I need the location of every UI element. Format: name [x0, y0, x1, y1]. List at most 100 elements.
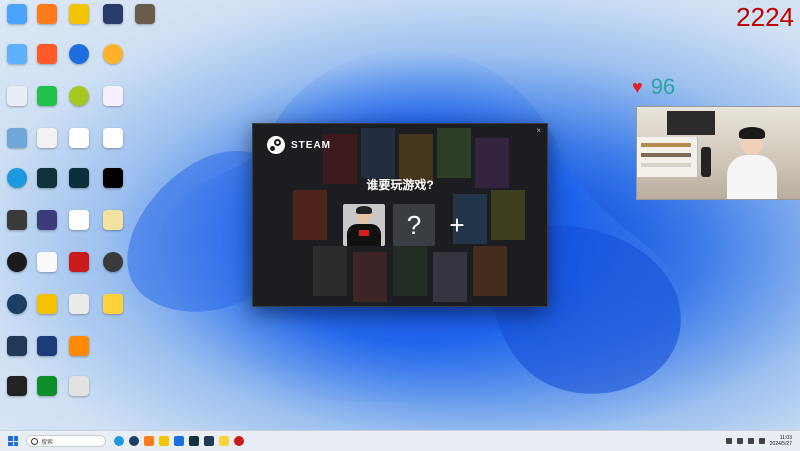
- desktop-icon-app-34[interactable]: [2, 336, 32, 370]
- desktop-icon-obs[interactable]: [2, 252, 32, 286]
- viewer-counter: 2224: [736, 2, 794, 32]
- add-profile-button[interactable]: +: [443, 204, 471, 246]
- desktop-icon-app-29[interactable]: [98, 252, 128, 286]
- app-icon: [37, 376, 57, 396]
- desktop-icon-steam[interactable]: [2, 294, 32, 328]
- desktop-icon-app-21[interactable]: [98, 168, 128, 202]
- taskbar-app-icon[interactable]: [204, 436, 214, 446]
- desktop-icon-app-24[interactable]: [64, 210, 94, 244]
- app-icon: [7, 128, 27, 148]
- desktop-icon-app-5[interactable]: [130, 4, 160, 38]
- app-icon: [37, 336, 57, 356]
- chevron-up-icon[interactable]: [725, 438, 732, 444]
- app-icon: [69, 168, 89, 188]
- taskbar-steam-icon[interactable]: [129, 436, 139, 446]
- app-icon: [69, 210, 89, 230]
- app-icon: [69, 128, 89, 148]
- desktop-icon-app-36[interactable]: [64, 336, 94, 370]
- desktop-icon-app-20[interactable]: [64, 168, 94, 202]
- taskbar-app-icon[interactable]: [174, 436, 184, 446]
- app-icon: [135, 4, 155, 24]
- desktop-icon-app-9[interactable]: [98, 44, 128, 78]
- search-icon: [31, 437, 38, 445]
- taskbar-clock[interactable]: 11:03 2024/5/27: [770, 435, 792, 447]
- desktop-icon-app-14[interactable]: [2, 128, 32, 162]
- webcam-feed: [636, 106, 800, 200]
- profile-avatar-1[interactable]: [343, 204, 385, 246]
- desktop-icon-app-38[interactable]: [32, 376, 62, 410]
- app-icon: [69, 44, 89, 64]
- desktop-icon-file[interactable]: [32, 252, 62, 286]
- desktop-icon-app-25[interactable]: [98, 210, 128, 244]
- desktop-icon-recycle-bin[interactable]: [2, 86, 32, 120]
- system-tray: 11:03 2024/5/27: [725, 435, 792, 447]
- profile-list: ? +: [343, 204, 471, 246]
- webcam-background-tv: [667, 111, 715, 135]
- desktop-icon-app-15[interactable]: [32, 128, 62, 162]
- app-icon: [69, 86, 89, 106]
- desktop-icon-app-3[interactable]: [64, 4, 94, 38]
- desktop-icon-edge[interactable]: [2, 168, 32, 202]
- taskbar-apps: [114, 436, 244, 446]
- desktop-icons: [0, 0, 155, 430]
- app-icon: [69, 376, 89, 396]
- app-icon: [7, 336, 27, 356]
- heart-icon: ♥: [632, 76, 643, 97]
- obs-icon: [7, 252, 27, 272]
- start-button[interactable]: [8, 436, 18, 446]
- file-icon: [37, 252, 57, 272]
- taskbar-app-icon[interactable]: [159, 436, 169, 446]
- desktop-icon-app-39[interactable]: [64, 376, 94, 410]
- taskbar-app-icon[interactable]: [219, 436, 229, 446]
- taskbar-app-icon[interactable]: [189, 436, 199, 446]
- app-icon: [37, 44, 57, 64]
- wechat-icon: [37, 86, 57, 106]
- close-icon[interactable]: ×: [536, 126, 541, 135]
- app-icon: [37, 210, 57, 230]
- app-icon: [7, 376, 27, 396]
- desktop-icon-nvidia[interactable]: [2, 210, 32, 244]
- desktop-icon-app-2[interactable]: [32, 4, 62, 38]
- app-icon: [103, 252, 123, 272]
- like-count: 96: [650, 74, 676, 99]
- desktop-icon-app-16[interactable]: [64, 128, 94, 162]
- app-icon: [37, 4, 57, 24]
- steam-logo: STEAM: [267, 136, 331, 154]
- desktop-icon-app-33[interactable]: [98, 294, 128, 328]
- battery-icon[interactable]: [758, 438, 765, 444]
- desktop-icon-app-32[interactable]: [64, 294, 94, 328]
- app-icon: [69, 336, 89, 356]
- app-icon: [69, 294, 89, 314]
- desktop-icon-app-23[interactable]: [32, 210, 62, 244]
- taskbar-edge-icon[interactable]: [114, 436, 124, 446]
- taskbar-search[interactable]: 搜索: [26, 435, 106, 447]
- webcam-background-shelf: [637, 137, 698, 177]
- search-placeholder: 搜索: [41, 439, 54, 446]
- desktop-icon-app-13[interactable]: [98, 86, 128, 120]
- clock-date: 2024/5/27: [769, 441, 792, 447]
- pc-icon: [7, 4, 27, 24]
- desktop-icon-app-4[interactable]: [98, 4, 128, 38]
- volume-icon[interactable]: [747, 438, 754, 444]
- desktop-icon-app-28[interactable]: [64, 252, 94, 286]
- taskbar: 搜索 11:03 2024/5/27: [0, 430, 800, 451]
- desktop-icon-folder[interactable]: [2, 44, 32, 78]
- desktop-icon-app-37[interactable]: [2, 376, 32, 410]
- desktop-icon-app-31[interactable]: [32, 294, 62, 328]
- unknown-profile-button[interactable]: ?: [393, 204, 435, 246]
- desktop-icon-app-35[interactable]: [32, 336, 62, 370]
- folder-icon: [7, 44, 27, 64]
- desktop-icon-app-8[interactable]: [64, 44, 94, 78]
- desktop-icon-app-19[interactable]: [32, 168, 62, 202]
- taskbar-app-icon[interactable]: [234, 436, 244, 446]
- desktop-icon-app-12[interactable]: [64, 86, 94, 120]
- network-icon[interactable]: [736, 438, 743, 444]
- app-icon: [103, 128, 123, 148]
- desktop-icon-app-17[interactable]: [98, 128, 128, 162]
- microphone: [701, 147, 711, 177]
- desktop-icon-this-pc[interactable]: [2, 4, 32, 38]
- desktop-icon-wechat[interactable]: [32, 86, 62, 120]
- app-icon: [103, 86, 123, 106]
- desktop-icon-app-7[interactable]: [32, 44, 62, 78]
- taskbar-app-icon[interactable]: [144, 436, 154, 446]
